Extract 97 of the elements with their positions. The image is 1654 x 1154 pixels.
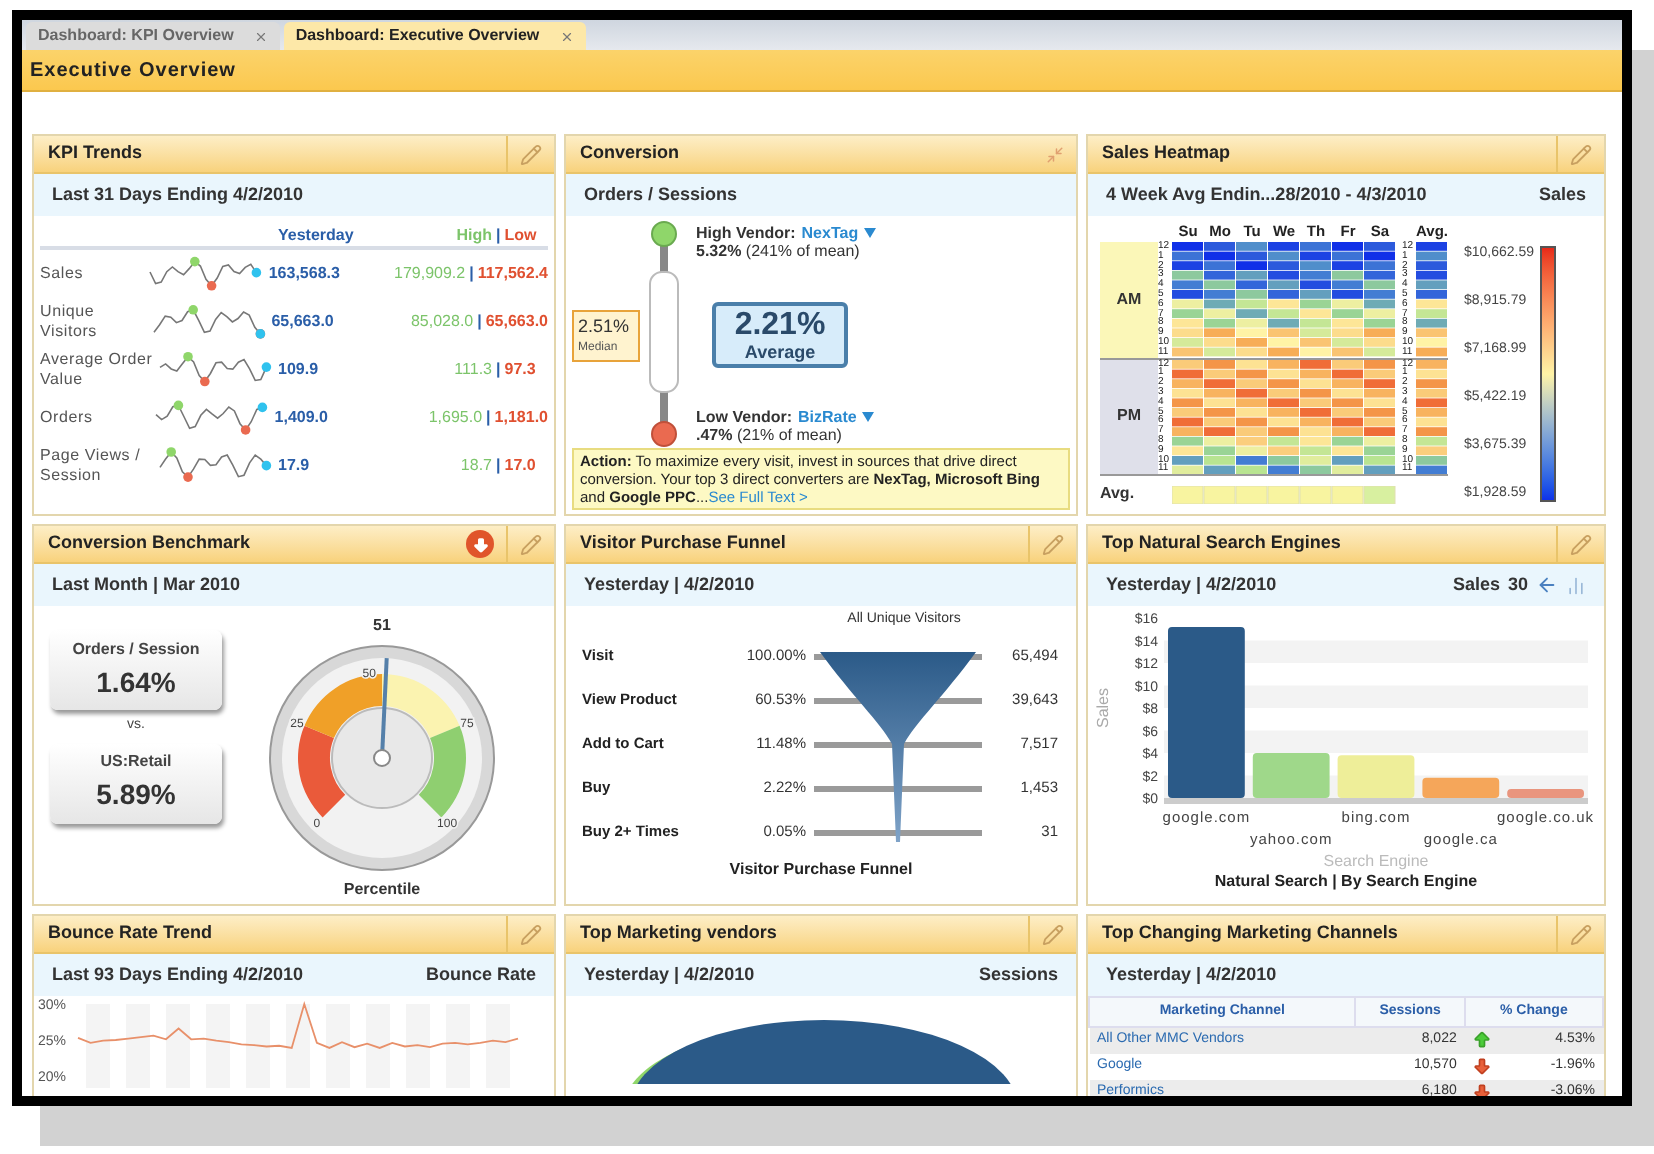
vendor-label: High Vendor: (696, 224, 796, 242)
panel-title: Sales Heatmap (1102, 140, 1231, 167)
high-value: 18.7 (458, 454, 494, 478)
panel-subtitle: Yesterday | 4/2/2010 (584, 571, 755, 598)
panel-subtitle: Last 93 Days Ending 4/2/2010 (52, 961, 304, 988)
yesterday-value: 65,663.0 (271, 310, 336, 334)
vendor-detail: .47% (21% of mean) (696, 426, 842, 444)
metric-label: Sales (40, 264, 86, 284)
vendor-link[interactable]: BizRate (798, 408, 857, 426)
pencil-icon (1570, 533, 1592, 555)
column-header: Low (504, 223, 537, 247)
panel-subtitle: Yesterday | 4/2/2010 (584, 961, 755, 988)
tab[interactable]: Dashboard: KPI Overview (26, 22, 280, 50)
half-day-label: AM (1100, 242, 1158, 358)
close-icon[interactable] (559, 29, 574, 43)
average-label: Average (744, 341, 816, 361)
page-title: Executive Overview (30, 57, 236, 85)
panel-subtitle: Yesterday | 4/2/2010 (1106, 571, 1277, 598)
yesterday-value: 17.9 (278, 454, 312, 478)
metric-label: US:Retail (100, 750, 172, 774)
back-arrow-icon[interactable] (1536, 574, 1558, 596)
panel-title: KPI Trends (48, 140, 143, 167)
average-value: 2.21% (734, 307, 826, 341)
panel-title: Conversion (580, 140, 680, 167)
collapse-icon (1045, 145, 1063, 163)
separator: | (469, 262, 476, 286)
panel-title: Top Natural Search Engines (1102, 530, 1341, 557)
yesterday-value: 1,409.0 (274, 406, 330, 430)
heatmap-average-cells (1416, 359, 1448, 475)
close-icon[interactable] (253, 29, 268, 43)
subtitle-label: Sales (1538, 181, 1586, 208)
down-arrow-icon (471, 535, 489, 553)
panel-title: Top Changing Marketing Channels (1102, 920, 1398, 947)
heatmap-average-cells (1416, 242, 1448, 358)
panel-title: Conversion Benchmark (48, 530, 251, 557)
low-value: 117,562.4 (477, 262, 548, 286)
vendor-label: Low Vendor: (696, 408, 792, 426)
separator: | (496, 358, 503, 382)
gauge-value: 51 (373, 614, 391, 638)
average-row-label: Avg. (1100, 482, 1137, 507)
vendor-link[interactable]: NexTag (801, 224, 859, 242)
panel-subtitle: Yesterday | 4/2/2010 (1106, 961, 1277, 988)
tab[interactable]: Dashboard: Executive Overview (283, 22, 586, 50)
panel-title: Top Marketing vendors (580, 920, 777, 947)
separator: | (477, 310, 484, 334)
metric-label: Unique Visitors (40, 302, 99, 342)
high-value: 111.3 (452, 358, 494, 382)
separator: | (496, 223, 503, 247)
pencil-icon (1042, 533, 1064, 555)
metric-value: 5.89% (96, 776, 176, 814)
y-axis-title: Sales (1093, 687, 1111, 729)
metric-label: Page Views / Session (40, 446, 143, 486)
line-series (77, 1003, 519, 1049)
high-value: 179,909.2 (392, 262, 468, 286)
pencil-icon (520, 923, 542, 945)
subtitle-label: Sales (1452, 571, 1500, 598)
subtitle-label: Sessions (978, 961, 1058, 988)
separator: | (496, 454, 503, 478)
low-value: 1,181.0 (494, 406, 548, 430)
metric-label: Average Order Value (40, 350, 154, 390)
panel-title: Visitor Purchase Funnel (580, 530, 786, 557)
subtitle-label: Bounce Rate (425, 961, 536, 988)
gauge-label: Percentile (343, 878, 421, 902)
caret-icon (864, 228, 877, 238)
median-value: 2.51% (578, 313, 632, 340)
metric-value: 1.64% (96, 663, 176, 701)
low-value: 97.3 (504, 358, 536, 382)
x-axis-title: Search Engine (1322, 852, 1429, 870)
yesterday-value: 109.9 (278, 358, 321, 382)
pencil-icon (520, 143, 542, 165)
panel-subtitle: Orders / Sessions (584, 181, 738, 208)
low-value: 65,663.0 (485, 310, 548, 334)
alert-button[interactable] (466, 530, 494, 558)
funnel-caption: Visitor Purchase Funnel (727, 858, 915, 882)
panel-subtitle: Last Month | Mar 2010 (52, 571, 241, 598)
vendor-detail: 5.32% (241% of mean) (696, 242, 860, 260)
yesterday-value: 163,568.3 (268, 262, 342, 286)
high-value: 1,695.0 (426, 406, 485, 430)
half-day-label: PM (1100, 359, 1158, 475)
chart-caption: Natural Search | By Search Engine (1214, 870, 1478, 894)
column-header: High (454, 223, 494, 247)
pencil-icon (1570, 923, 1592, 945)
pencil-icon (520, 533, 542, 555)
caret-icon (862, 412, 875, 422)
metric-label: Orders / Session (72, 637, 200, 661)
metric-label: Orders (40, 408, 95, 428)
item-count: 30 (1507, 571, 1528, 598)
pencil-icon (1042, 923, 1064, 945)
high-value: 85,028.0 (408, 310, 476, 334)
panel-subtitle: 4 Week Avg Endin...28/2010 - 4/3/2010 (1106, 181, 1427, 208)
separator: | (486, 406, 493, 430)
column-header: Yesterday (278, 223, 356, 247)
low-value: 17.0 (504, 454, 536, 478)
pencil-icon (1570, 143, 1592, 165)
panel-title: Bounce Rate Trend (48, 920, 213, 947)
panel-subtitle: Last 31 Days Ending 4/2/2010 (52, 181, 304, 208)
bar-chart-icon[interactable] (1566, 575, 1586, 595)
